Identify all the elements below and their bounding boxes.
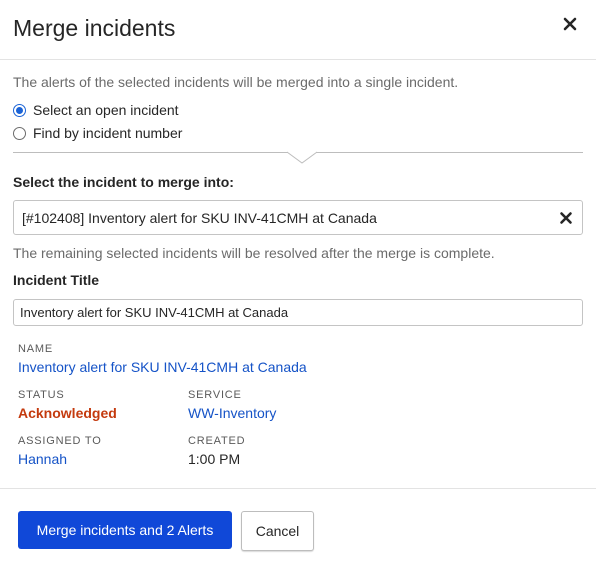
radio-select-open-incident[interactable]: Select an open incident: [13, 102, 179, 118]
radio-button-selected[interactable]: [13, 103, 26, 117]
created-value: 1:00 PM: [188, 451, 241, 467]
radio-button[interactable]: [13, 126, 26, 140]
incident-title-input[interactable]: [13, 299, 583, 326]
status-value: Acknowledged: [18, 405, 117, 421]
merge-note: The remaining selected incidents will be…: [13, 245, 495, 261]
dialog-description: The alerts of the selected incidents wil…: [13, 74, 459, 90]
status-label: STATUS: [18, 389, 65, 401]
incident-name-link[interactable]: Inventory alert for SKU INV-41CMH at Can…: [18, 359, 307, 375]
radio-label: Find by incident number: [33, 125, 183, 141]
merge-into-label: Select the incident to merge into:: [13, 174, 234, 190]
service-label: SERVICE: [188, 389, 242, 401]
dialog-header: Merge incidents: [0, 0, 596, 60]
dialog-title: Merge incidents: [13, 15, 176, 41]
name-label: NAME: [18, 343, 53, 355]
dialog-footer: Merge incidents and 2 Alerts Cancel: [0, 488, 596, 568]
radio-label: Select an open incident: [33, 102, 179, 118]
close-icon[interactable]: [560, 14, 580, 34]
incident-title-label: Incident Title: [13, 272, 100, 288]
merge-incidents-dialog: Merge incidents The alerts of the select…: [0, 0, 596, 568]
merge-button[interactable]: Merge incidents and 2 Alerts: [18, 511, 232, 549]
assignee-link[interactable]: Hannah: [18, 451, 67, 467]
incident-select-value: [#102408] Inventory alert for SKU INV-41…: [22, 210, 377, 226]
assigned-to-label: ASSIGNED TO: [18, 435, 102, 447]
divider-notch: [287, 151, 317, 164]
created-label: CREATED: [188, 435, 246, 447]
radio-find-by-number[interactable]: Find by incident number: [13, 125, 182, 141]
incident-select[interactable]: [#102408] Inventory alert for SKU INV-41…: [13, 200, 583, 235]
clear-selection-icon[interactable]: [558, 210, 574, 226]
service-link[interactable]: WW-Inventory: [188, 405, 276, 421]
cancel-button[interactable]: Cancel: [241, 511, 314, 551]
